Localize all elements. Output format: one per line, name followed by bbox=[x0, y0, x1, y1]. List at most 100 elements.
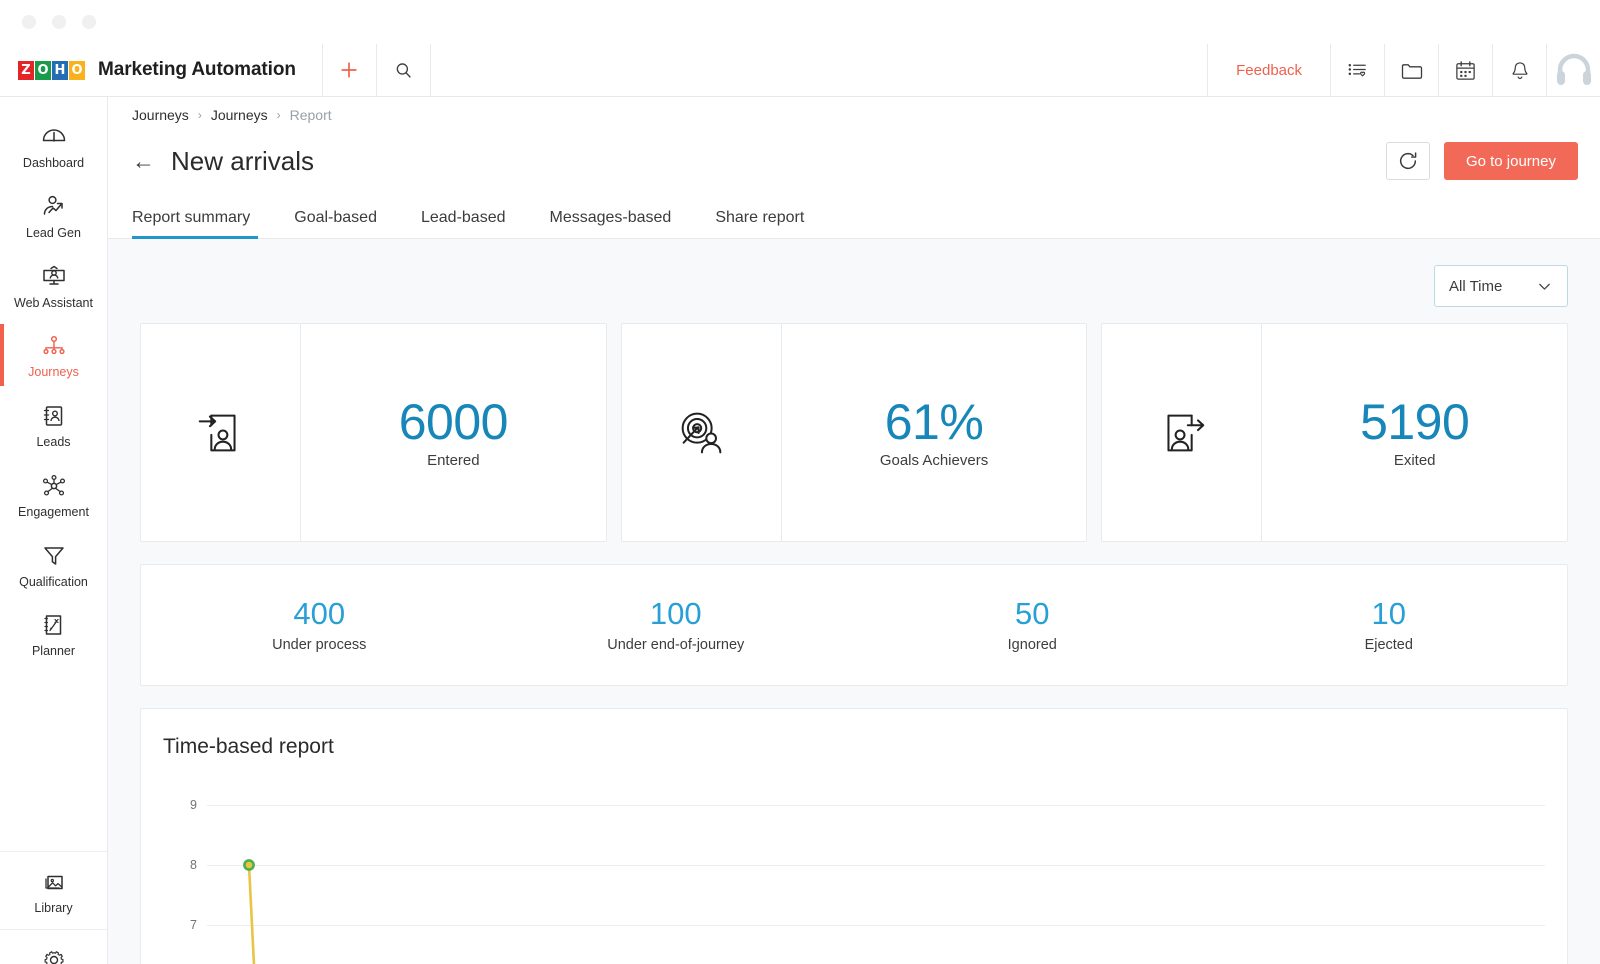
refresh-icon bbox=[1397, 150, 1419, 172]
calendar-icon bbox=[1454, 59, 1477, 82]
arrow-left-icon[interactable]: ← bbox=[132, 150, 155, 173]
go-to-journey-button[interactable]: Go to journey bbox=[1444, 142, 1578, 180]
kpi-body: 61% Goals Achievers bbox=[782, 324, 1087, 541]
kpi-row: 6000 Entered bbox=[140, 323, 1568, 542]
sidebar-item-web-assistant[interactable]: Web Assistant bbox=[0, 251, 107, 321]
sidebar-item-leads[interactable]: Leads bbox=[0, 390, 107, 460]
sidebar-item-settings[interactable]: Settings bbox=[0, 929, 107, 964]
chart-title: Time-based report bbox=[163, 735, 1567, 759]
sidebar-secondary-nav: Library Settings bbox=[0, 851, 107, 964]
bell-icon bbox=[1509, 60, 1531, 82]
list-heart-button[interactable] bbox=[1331, 44, 1384, 97]
folder-button[interactable] bbox=[1385, 44, 1438, 97]
funnel-icon bbox=[40, 542, 68, 570]
exit-person-icon bbox=[1153, 404, 1211, 462]
add-button[interactable] bbox=[323, 44, 376, 97]
kpi-label: Goals Achievers bbox=[880, 452, 988, 469]
zoho-logo-letter-h: H bbox=[52, 61, 68, 80]
sidebar-item-label: Dashboard bbox=[23, 157, 84, 171]
refresh-button[interactable] bbox=[1386, 142, 1430, 180]
sidebar-item-label: Qualification bbox=[19, 576, 88, 590]
window-minimize-dot[interactable] bbox=[52, 15, 66, 29]
gear-icon bbox=[40, 946, 68, 964]
page-title: New arrivals bbox=[171, 146, 314, 177]
stat-ejected: 10 Ejected bbox=[1211, 597, 1568, 652]
page-title-row: ← New arrivals Go to journey bbox=[108, 129, 1600, 193]
window-maximize-dot[interactable] bbox=[82, 15, 96, 29]
library-icon bbox=[40, 868, 68, 896]
chart-data-point-marker[interactable] bbox=[244, 860, 253, 869]
kpi-card-goals-achievers: 61% Goals Achievers bbox=[621, 323, 1088, 542]
chart-line-series bbox=[163, 765, 1568, 964]
sidebar-item-label: Engagement bbox=[18, 506, 89, 520]
feedback-link[interactable]: Feedback bbox=[1208, 62, 1330, 79]
page-actions: Go to journey bbox=[1386, 142, 1578, 180]
stat-value: 100 bbox=[650, 597, 702, 631]
stat-label: Ignored bbox=[1008, 637, 1057, 653]
window-close-dot[interactable] bbox=[22, 15, 36, 29]
kpi-body: 5190 Exited bbox=[1262, 324, 1567, 541]
stat-label: Under end-of-journey bbox=[607, 637, 744, 653]
kpi-label: Exited bbox=[1394, 452, 1436, 469]
user-avatar-button[interactable] bbox=[1547, 44, 1600, 97]
tab-share-report[interactable]: Share report bbox=[693, 209, 826, 238]
kpi-label: Entered bbox=[427, 452, 480, 469]
kpi-icon-wrap bbox=[1102, 324, 1262, 541]
time-range-select[interactable]: All Time bbox=[1434, 265, 1568, 307]
lead-gen-icon bbox=[40, 193, 68, 221]
tab-messages-based[interactable]: Messages-based bbox=[527, 209, 693, 238]
breadcrumb-item-journeys-2[interactable]: Journeys bbox=[211, 107, 268, 123]
main-content: Journeys › Journeys › Report ← New arriv… bbox=[108, 97, 1600, 964]
calendar-button[interactable] bbox=[1439, 44, 1492, 97]
sidebar-item-lead-gen[interactable]: Lead Gen bbox=[0, 181, 107, 251]
sidebar-item-journeys[interactable]: Journeys bbox=[0, 320, 107, 390]
stat-label: Under process bbox=[272, 637, 366, 653]
user-avatar-icon bbox=[1554, 51, 1594, 91]
zoho-logo-letter-o2: O bbox=[69, 61, 85, 80]
kpi-value: 61% bbox=[885, 396, 984, 449]
breadcrumb-item-journeys[interactable]: Journeys bbox=[132, 107, 189, 123]
sidebar: Dashboard Lead Gen bbox=[0, 97, 108, 964]
breadcrumb: Journeys › Journeys › Report bbox=[108, 101, 1600, 129]
sidebar-item-engagement[interactable]: Engagement bbox=[0, 460, 107, 530]
journeys-icon bbox=[40, 332, 68, 360]
stat-under-end-of-journey: 100 Under end-of-journey bbox=[498, 597, 855, 652]
stat-value: 50 bbox=[1015, 597, 1049, 631]
sidebar-item-planner[interactable]: Planner bbox=[0, 599, 107, 669]
notifications-button[interactable] bbox=[1493, 44, 1546, 97]
list-heart-icon bbox=[1346, 59, 1369, 82]
tab-goal-based[interactable]: Goal-based bbox=[272, 209, 399, 238]
chart-series-line bbox=[249, 865, 255, 964]
report-content: All Time bbox=[108, 239, 1600, 964]
report-tabs: Report summary Goal-based Lead-based Mes… bbox=[108, 193, 1600, 239]
sidebar-item-label: Journeys bbox=[28, 366, 79, 380]
kpi-card-exited: 5190 Exited bbox=[1101, 323, 1568, 542]
stat-ignored: 50 Ignored bbox=[854, 597, 1211, 652]
folder-icon bbox=[1400, 59, 1424, 83]
zoho-logo-letter-o1: O bbox=[35, 61, 51, 80]
search-button[interactable] bbox=[377, 44, 430, 97]
tab-report-summary[interactable]: Report summary bbox=[132, 209, 272, 238]
tab-lead-based[interactable]: Lead-based bbox=[399, 209, 528, 238]
sidebar-item-label: Lead Gen bbox=[26, 227, 81, 241]
chart-plot-area: 9876 bbox=[163, 765, 1567, 964]
breadcrumb-item-report: Report bbox=[290, 107, 332, 123]
time-based-report-card: Time-based report 9876 bbox=[140, 708, 1568, 964]
kpi-icon-wrap bbox=[141, 324, 301, 541]
brand[interactable]: Z O H O Marketing Automation bbox=[0, 59, 296, 81]
stat-label: Ejected bbox=[1365, 637, 1413, 653]
kpi-card-entered: 6000 Entered bbox=[140, 323, 607, 542]
sidebar-item-label: Leads bbox=[36, 436, 70, 450]
sidebar-item-qualification[interactable]: Qualification bbox=[0, 530, 107, 600]
sidebar-item-label: Web Assistant bbox=[14, 297, 93, 311]
breadcrumb-separator: › bbox=[198, 108, 202, 122]
zoho-logo-icon: Z O H O bbox=[18, 61, 85, 80]
breadcrumb-separator-2: › bbox=[277, 108, 281, 122]
sidebar-item-label: Library bbox=[34, 902, 72, 916]
sidebar-item-library[interactable]: Library bbox=[0, 852, 107, 930]
engagement-icon bbox=[40, 472, 68, 500]
search-icon bbox=[394, 61, 413, 80]
stat-value: 10 bbox=[1372, 597, 1406, 631]
plus-icon bbox=[339, 60, 359, 80]
sidebar-item-dashboard[interactable]: Dashboard bbox=[0, 111, 107, 181]
